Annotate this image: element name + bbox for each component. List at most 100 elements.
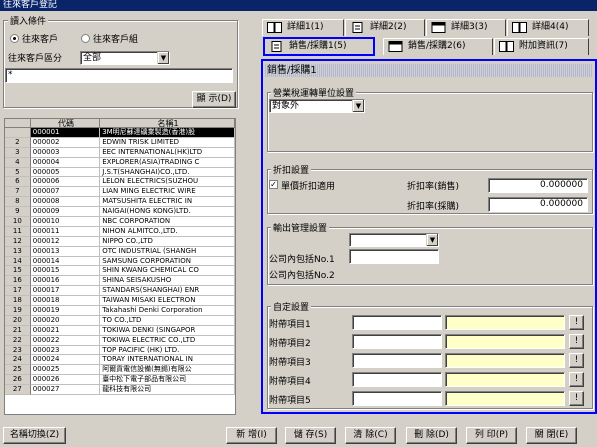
radio-customer[interactable]: 往來客戶: [10, 32, 58, 45]
custom-item-code-input[interactable]: [352, 353, 442, 368]
grid-cell-rownum: 13: [5, 246, 31, 257]
tab-sales-purchase1[interactable]: 銷售/採購1(5): [263, 37, 375, 56]
window-icon: [388, 41, 403, 52]
discount-checkbox-label: 單價折扣適用: [281, 182, 336, 192]
custom-item-lookup-button[interactable]: !: [569, 334, 584, 349]
custom-item-lookup-button[interactable]: !: [569, 353, 584, 368]
grid-cell-code: 000020: [30, 315, 101, 326]
new-button[interactable]: 新 增(I): [226, 427, 277, 444]
custom-item-value-input[interactable]: [445, 372, 565, 387]
tax-select[interactable]: 對象外 ▼: [269, 99, 365, 113]
custom-item-code-input[interactable]: [352, 372, 442, 387]
close-button[interactable]: 關 閉(E): [526, 427, 577, 444]
grid-cell-rownum: 27: [5, 385, 31, 396]
grid-cell-name: NBC CORPORATION: [100, 217, 235, 227]
table-row[interactable]: 19 000019 Takahashi Denki Corporation: [5, 306, 235, 316]
custom-item-label: 附帶項目3: [269, 358, 311, 368]
tab-detail3[interactable]: 詳細3(3): [426, 19, 506, 36]
table-row[interactable]: 10 000010 NBC CORPORATION: [5, 217, 235, 227]
main-window: 往來客戶登記 讀入條件 往來客戶 往來客戶組 往來客戶區分 全部 ▼ * 顯 示…: [0, 0, 597, 447]
table-row[interactable]: 4 000004 EXPLORER(ASIA)TRADING C: [5, 157, 235, 168]
table-row[interactable]: 16 000016 SHINA SEISAKUSHO: [5, 276, 235, 287]
table-row[interactable]: 8 000008 MATSUSHITA ELECTRIC IN: [5, 197, 235, 208]
book-icon: [512, 22, 527, 33]
tab-sales-purchase2-label: 銷售/採購2(6): [408, 41, 466, 51]
table-row[interactable]: 12 000012 NIPPO CO.,LTD: [5, 236, 235, 247]
custom-item-value-input[interactable]: [445, 353, 565, 368]
chevron-down-icon[interactable]: ▼: [426, 234, 438, 246]
grid-cell-name: EEC INTERNATIONAL(HK)LTD: [100, 147, 235, 158]
grid-cell-rownum: 2: [5, 137, 31, 148]
save-button[interactable]: 儲 存(S): [285, 427, 336, 444]
switch-name-button[interactable]: 名稱切換(Z): [3, 427, 66, 444]
table-row[interactable]: 26 000026 臺中松下電子部品有限公司: [5, 375, 235, 386]
table-row[interactable]: 22 000022 TOKIWA ELECTRIC CO.,LTD: [5, 335, 235, 346]
table-row[interactable]: 2 000002 EDWIN TRISK LIMITED: [5, 137, 235, 148]
table-row[interactable]: 27 000027 龍科技有限公司: [5, 385, 235, 396]
table-row[interactable]: 25 000025 阿爾貢電信設備(無錫)有限公: [5, 365, 235, 376]
tab-detail4[interactable]: 詳細4(4): [507, 19, 589, 36]
custom-item-value-input[interactable]: [445, 391, 565, 406]
custom-item-code-input[interactable]: [352, 315, 442, 330]
discount-checkbox[interactable]: ✓: [269, 180, 278, 189]
table-row[interactable]: 11 000011 NIHON ALMITCO.,LTD.: [5, 226, 235, 237]
table-row[interactable]: 23 000023 TOP PACIFIC (HK) LTD.: [5, 345, 235, 356]
custom-item-lookup-button[interactable]: !: [569, 315, 584, 330]
tab-sales-purchase2[interactable]: 銷售/採購2(6): [383, 38, 493, 55]
window-title: 往來客戶登記: [0, 0, 597, 11]
discount-purchase-input[interactable]: 0.000000: [488, 197, 588, 212]
company-code1-input[interactable]: [349, 249, 439, 264]
discount-sales-input[interactable]: 0.000000: [488, 178, 588, 193]
grid-cell-code: 000012: [30, 236, 101, 247]
custom-item-value-input[interactable]: [445, 315, 565, 330]
table-row[interactable]: 000001 3M明尼蘇達礦業製造(香港)股: [5, 128, 235, 138]
table-row[interactable]: 7 000007 LIAN MING ELECTRIC WIRE: [5, 187, 235, 198]
tab-extra-info[interactable]: 附加資訊(7): [494, 38, 589, 55]
custom-item-lookup-button[interactable]: !: [569, 391, 584, 406]
clear-button[interactable]: 清 除(C): [345, 427, 396, 444]
table-row[interactable]: 3 000003 EEC INTERNATIONAL(HK)LTD: [5, 147, 235, 158]
table-row[interactable]: 6 000006 LELON ELECTRICS(SUZHOU: [5, 177, 235, 188]
custom-item-code-input[interactable]: [352, 334, 442, 349]
table-row[interactable]: 14 000014 SAMSUNG CORPORATION: [5, 256, 235, 267]
table-row[interactable]: 5 000005 J.S.T(SHANGHAI)CO.,LTD.: [5, 167, 235, 178]
table-row[interactable]: 17 000017 STANDARS(SHANGHAI) ENR: [5, 286, 235, 297]
display-button[interactable]: 顯 示(D): [192, 91, 236, 108]
table-row[interactable]: 24 000024 TORAY INTERNATIONAL IN: [5, 355, 235, 366]
radio-customer-group-label: 往來客戶組: [93, 35, 139, 45]
table-row[interactable]: 9 000009 NAIGAI(HONG KONG)LTD.: [5, 207, 235, 218]
query-conditions-title: 讀入條件: [8, 14, 49, 27]
table-row[interactable]: 20 000020 TO CO.,LTD: [5, 315, 235, 326]
grid-cell-name: NIPPO CO.,LTD: [100, 236, 235, 247]
delete-button[interactable]: 刪 除(D): [406, 427, 457, 444]
custom-item-lookup-button[interactable]: !: [569, 372, 584, 387]
grid-cell-name: J.S.T(SHANGHAI)CO.,LTD.: [100, 167, 235, 178]
grid-cell-rownum: 12: [5, 236, 31, 247]
table-row[interactable]: 18 000018 TAIWAN MISAKI ELECTRON: [5, 296, 235, 307]
grid-cell-name: TAIWAN MISAKI ELECTRON: [100, 296, 235, 307]
category-select[interactable]: 全部 ▼: [80, 51, 170, 65]
table-row[interactable]: 21 000021 TOKIWA DENKI (SINGAPOR: [5, 325, 235, 336]
chevron-down-icon[interactable]: ▼: [157, 52, 169, 64]
grid-cell-name: 龍科技有限公司: [100, 385, 235, 396]
book-icon: [499, 41, 514, 52]
chevron-down-icon[interactable]: ▼: [352, 100, 364, 112]
company-code1-label: 公司內包括No.1: [269, 255, 335, 265]
tab-detail1-label: 詳細1(1): [287, 22, 324, 32]
grid-cell-code: 000004: [30, 157, 101, 168]
custom-item-value-input[interactable]: [445, 334, 565, 349]
customer-grid[interactable]: 代碼 名稱1 000001 3M明尼蘇達礦業製造(香港)股 2 000002 EDWIN…: [4, 118, 236, 415]
print-button[interactable]: 列 印(P): [466, 427, 517, 444]
grid-cell-rownum: 14: [5, 256, 31, 267]
output-select[interactable]: ▼: [349, 233, 439, 247]
tab-detail1[interactable]: 詳細1(1): [262, 19, 344, 36]
radio-customer-group[interactable]: 往來客戶組: [81, 32, 138, 45]
table-row[interactable]: 15 000015 SHIN KWANG CHEMICAL CO: [5, 266, 235, 277]
tab-detail2[interactable]: 詳細2(2): [345, 19, 425, 36]
grid-cell-code: 000025: [30, 365, 101, 376]
custom-item-label: 附帶項目1: [269, 320, 311, 330]
search-input[interactable]: *: [5, 68, 233, 83]
grid-cell-rownum: 15: [5, 266, 31, 277]
table-row[interactable]: 13 000013 OTC INDUSTRIAL (SHANGH: [5, 246, 235, 257]
custom-item-code-input[interactable]: [352, 391, 442, 406]
